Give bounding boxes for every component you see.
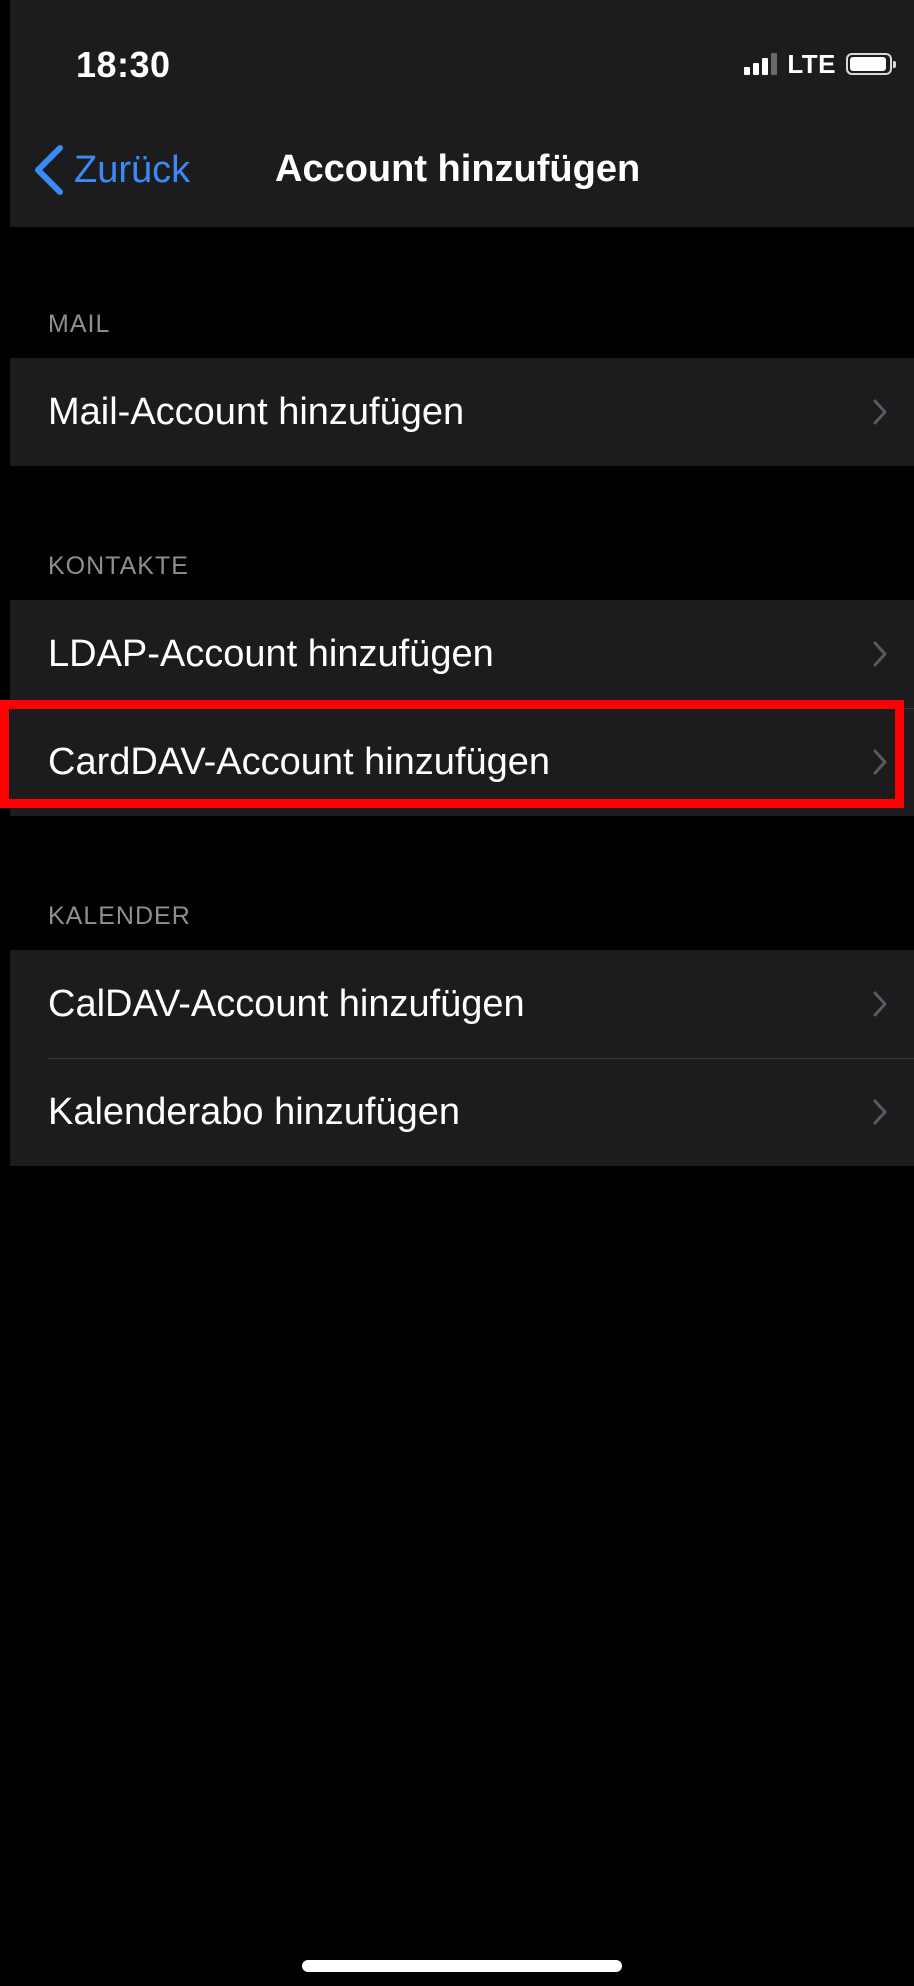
page-title: Account hinzufügen bbox=[275, 148, 641, 190]
status-time: 18:30 bbox=[76, 44, 171, 85]
row-label: LDAP-Account hinzufügen bbox=[48, 632, 494, 675]
row-add-ldap-account[interactable]: LDAP-Account hinzufügen bbox=[10, 600, 914, 708]
battery-icon bbox=[846, 53, 896, 75]
settings-screen: 18:30 LTE Zurück Account hinzufügen MAIL… bbox=[10, 0, 914, 1986]
chevron-right-icon bbox=[873, 1099, 887, 1125]
signal-icon bbox=[744, 53, 778, 75]
chevron-right-icon bbox=[873, 641, 887, 667]
back-button[interactable]: Zurück bbox=[30, 140, 190, 200]
group-calendar: CalDAV-Account hinzufügen Kalenderabo hi… bbox=[10, 950, 914, 1166]
row-add-calendar-subscription[interactable]: Kalenderabo hinzufügen bbox=[10, 1058, 914, 1166]
section-header-calendar: KALENDER bbox=[48, 902, 191, 930]
top-bar: 18:30 LTE Zurück Account hinzufügen bbox=[10, 0, 914, 227]
status-indicators: LTE bbox=[744, 48, 896, 80]
chevron-right-icon bbox=[873, 399, 887, 425]
row-add-caldav-account[interactable]: CalDAV-Account hinzufügen bbox=[10, 950, 914, 1058]
home-indicator[interactable] bbox=[302, 1960, 622, 1972]
section-header-contacts: KONTAKTE bbox=[48, 552, 189, 580]
row-add-mail-account[interactable]: Mail-Account hinzufügen bbox=[10, 358, 914, 466]
chevron-left-icon bbox=[35, 145, 63, 195]
chevron-right-icon bbox=[873, 991, 887, 1017]
row-label: Mail-Account hinzufügen bbox=[48, 390, 465, 433]
group-mail: Mail-Account hinzufügen bbox=[10, 358, 914, 466]
network-type: LTE bbox=[787, 48, 836, 79]
back-label: Zurück bbox=[74, 148, 191, 191]
section-header-mail: MAIL bbox=[48, 310, 111, 338]
row-add-carddav-account[interactable]: CardDAV-Account hinzufügen bbox=[10, 708, 914, 816]
row-label: CardDAV-Account hinzufügen bbox=[48, 740, 551, 783]
group-contacts: LDAP-Account hinzufügen CardDAV-Account … bbox=[10, 600, 914, 816]
row-label: CalDAV-Account hinzufügen bbox=[48, 982, 525, 1025]
row-label: Kalenderabo hinzufügen bbox=[48, 1090, 461, 1133]
chevron-right-icon bbox=[873, 749, 887, 775]
